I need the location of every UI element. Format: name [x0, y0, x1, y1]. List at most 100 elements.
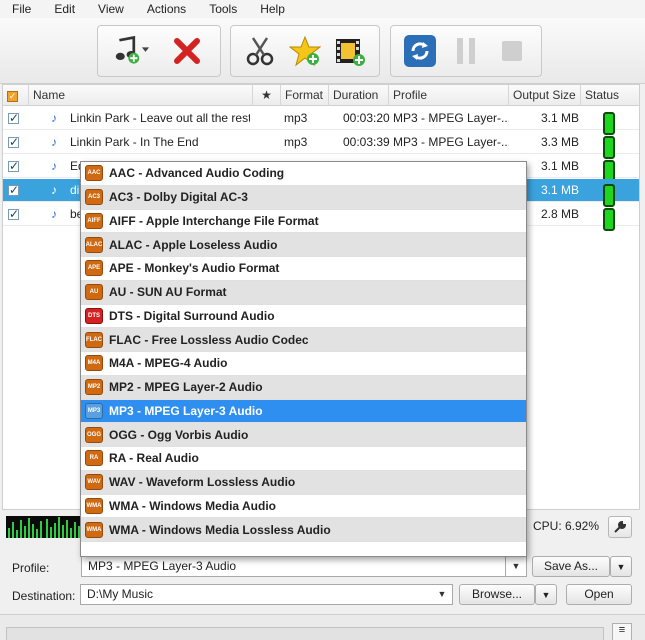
mp3-icon: MP3 — [85, 402, 103, 419]
convert-button[interactable] — [402, 33, 438, 69]
menu-edit[interactable]: Edit — [40, 2, 84, 16]
format-option-wma-lossless[interactable]: WMA WMA - Windows Media Lossless Audio — [81, 518, 526, 542]
format-option-flac[interactable]: FLAC FLAC - Free Lossless Audio Codec — [81, 328, 526, 352]
format-option-wma[interactable]: WMA WMA - Windows Media Audio — [81, 495, 526, 519]
row-format: mp3 — [284, 111, 308, 125]
row-checkbox[interactable]: ✓ — [8, 185, 19, 196]
ogg-icon: OGG — [85, 426, 103, 443]
format-option-aiff[interactable]: AIFF AIFF - Apple Interchange File Format — [81, 210, 526, 234]
format-option-label: DTS - Digital Surround Audio — [109, 308, 275, 323]
ra-icon: RA — [85, 450, 103, 467]
cut-button[interactable] — [242, 33, 278, 69]
row-name: Linkin Park - In The End — [70, 135, 199, 149]
row-format: mp3 — [284, 135, 308, 149]
format-option-dts[interactable]: DTS DTS - Digital Surround Audio — [81, 305, 526, 329]
save-as-menu-button[interactable]: ▼ — [610, 556, 632, 577]
format-option-alac[interactable]: ALAC ALAC - Apple Loseless Audio — [81, 233, 526, 257]
column-format[interactable]: Format — [281, 85, 329, 106]
add-music-files-button[interactable] — [114, 33, 150, 69]
format-option-label: MP2 - MPEG Layer-2 Audio — [109, 380, 263, 395]
menu-help[interactable]: Help — [246, 2, 294, 16]
column-star[interactable]: ★ — [253, 85, 281, 106]
menu-view[interactable]: View — [84, 2, 133, 16]
menu-bar: File Edit View Actions Tools Help — [0, 0, 645, 18]
column-output-size[interactable]: Output Size — [509, 85, 581, 106]
add-video-button[interactable] — [332, 33, 368, 69]
format-option-mp3[interactable]: MP3 MP3 - MPEG Layer-3 Audio — [81, 399, 526, 424]
favorite-button[interactable] — [287, 33, 323, 69]
chevron-down-icon: ▼ — [616, 562, 626, 572]
row-duration: 00:03:20 — [343, 111, 390, 125]
status-bar: ≡ — [0, 614, 645, 640]
progress-bar — [6, 627, 604, 640]
profile-label: Profile: — [12, 561, 50, 575]
profile-select[interactable]: MP3 - MPEG Layer-3 Audio — [81, 556, 525, 577]
row-checkbox[interactable]: ✓ — [8, 161, 19, 172]
ac3-icon: AC3 — [85, 189, 103, 206]
log-icon[interactable]: ≡ — [612, 623, 632, 640]
format-option-ape[interactable]: APE APE - Monkey's Audio Format — [81, 257, 526, 281]
convert-icon — [404, 35, 436, 67]
close-icon — [173, 38, 200, 64]
row-duration: 00:03:39 — [343, 135, 390, 149]
table-row[interactable]: ✓ ♪ Linkin Park - In The End mp3 00:03:3… — [3, 131, 639, 159]
select-all-header[interactable]: ✓ — [3, 85, 29, 106]
stop-button[interactable] — [494, 33, 530, 69]
format-option-label: FLAC - Free Lossless Audio Codec — [109, 332, 309, 347]
format-option-label: ALAC - Apple Loseless Audio — [109, 237, 278, 252]
chevron-down-icon: ▼ — [437, 589, 447, 599]
format-option-mp2[interactable]: MP2 MP2 - MPEG Layer-2 Audio — [81, 375, 526, 400]
row-size: 3.1 MB — [541, 111, 580, 125]
format-option-label: M4A - MPEG-4 Audio — [109, 356, 228, 371]
wma-lossless-icon: WMA — [85, 521, 103, 538]
settings-button[interactable] — [608, 516, 632, 538]
pause-button[interactable] — [448, 33, 484, 69]
format-option-wav[interactable]: WAV WAV - Waveform Lossless Audio — [81, 470, 526, 495]
remove-button[interactable] — [169, 33, 205, 69]
mp2-icon: MP2 — [85, 379, 103, 396]
profile-dropdown-button[interactable]: ▼ — [505, 556, 527, 577]
format-option-ac3[interactable]: AC3 AC3 - Dolby Digital AC-3 — [81, 185, 526, 210]
menu-tools[interactable]: Tools — [195, 2, 246, 16]
format-option-label: AC3 - Dolby Digital AC-3 — [109, 190, 248, 205]
toolbar-group-files — [97, 25, 221, 77]
ape-icon: APE — [85, 260, 103, 277]
column-duration[interactable]: Duration — [329, 85, 389, 106]
browse-button[interactable]: Browse... — [459, 584, 535, 605]
menu-actions[interactable]: Actions — [133, 2, 195, 16]
audio-visualizer — [6, 516, 82, 538]
checkbox-all-icon: ✓ — [7, 91, 18, 102]
format-option-aac[interactable]: AAC AAC - Advanced Audio Coding — [81, 162, 526, 186]
format-option-ra[interactable]: RA RA - Real Audio — [81, 447, 526, 471]
format-dropdown-list[interactable]: AAC AAC - Advanced Audio Coding AC3 AC3 - … — [80, 161, 527, 557]
row-size: 3.3 MB — [541, 135, 580, 149]
music-note-icon: ♪ — [51, 207, 57, 221]
format-option-label: OGG - Ogg Vorbis Audio — [109, 427, 249, 442]
scissors-icon — [246, 37, 273, 66]
column-name[interactable]: Name — [29, 85, 253, 106]
star-add-icon — [288, 35, 321, 67]
music-note-icon: ♪ — [51, 183, 57, 197]
destination-value: D:\My Music — [87, 587, 153, 601]
browse-menu-button[interactable]: ▼ — [535, 584, 557, 605]
cpu-usage: CPU: 6.92% — [533, 519, 600, 533]
save-as-button[interactable]: Save As... — [532, 556, 610, 577]
table-row[interactable]: ✓ ♪ Linkin Park - Leave out all the rest… — [3, 107, 639, 135]
row-checkbox[interactable]: ✓ — [8, 137, 19, 148]
music-note-icon: ♪ — [51, 159, 57, 173]
row-checkbox[interactable]: ✓ — [8, 113, 19, 124]
music-note-icon: ♪ — [51, 111, 57, 125]
format-option-ogg[interactable]: OGG OGG - Ogg Vorbis Audio — [81, 423, 526, 447]
column-profile[interactable]: Profile — [389, 85, 509, 106]
destination-select[interactable]: D:\My Music ▼ — [80, 584, 453, 605]
alac-icon: ALAC — [85, 236, 103, 253]
row-checkbox[interactable]: ✓ — [8, 209, 19, 220]
pause-icon — [457, 38, 475, 64]
format-option-m4a[interactable]: M4A M4A - MPEG-4 Audio — [81, 352, 526, 376]
format-option-au[interactable]: AU AU - SUN AU Format — [81, 280, 526, 305]
menu-file[interactable]: File — [0, 2, 40, 16]
m4a-icon: M4A — [85, 355, 103, 372]
column-status[interactable]: Status — [581, 85, 639, 106]
open-button[interactable]: Open — [566, 584, 632, 605]
wma-icon: WMA — [85, 497, 103, 514]
